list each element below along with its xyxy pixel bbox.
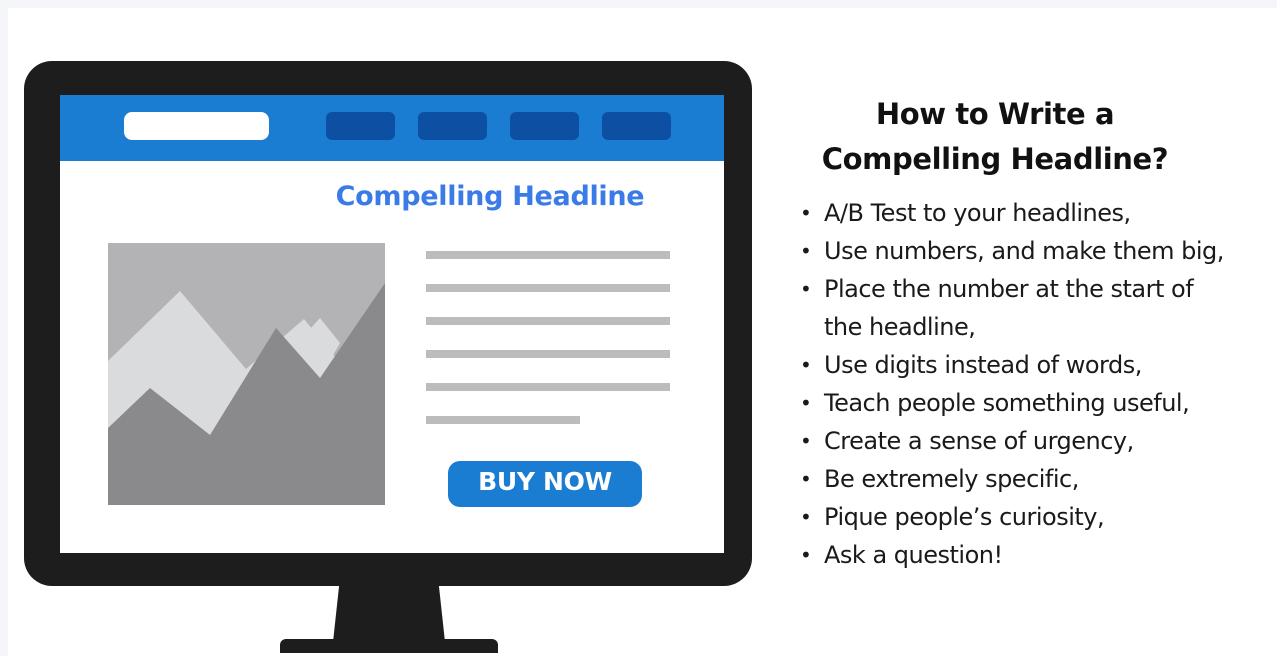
bullet-icon: • [800, 543, 812, 567]
webpage-navbar [60, 95, 724, 161]
webpage-headline: Compelling Headline [335, 181, 645, 212]
tip-item: • Pique people’s curiosity, [800, 498, 1270, 536]
navbar-search-box [124, 112, 269, 140]
tip-text: A/B Test to your headlines, [824, 199, 1131, 227]
bullet-icon: • [800, 201, 812, 225]
monitor-stand-base [280, 639, 498, 653]
tip-text: Use digits instead of words, [824, 351, 1142, 379]
navbar-button [326, 112, 395, 140]
text-line [426, 383, 670, 391]
tip-item: • Be extremely specific, [800, 460, 1270, 498]
tip-text: Place the number at the start of the hea… [824, 275, 1194, 341]
monitor-stand-neck [333, 580, 445, 642]
tip-item: • Use numbers, and make them big, [800, 232, 1270, 270]
tip-text: Ask a question! [824, 541, 1003, 569]
panel-title: How to Write a Compelling Headline? [790, 92, 1200, 182]
bullet-icon: • [800, 239, 812, 263]
monitor-screen: Compelling Headline BUY NOW [60, 95, 724, 553]
bullet-icon: • [800, 391, 812, 415]
buy-now-button: BUY NOW [448, 461, 642, 507]
tip-item: • Use digits instead of words, [800, 346, 1270, 384]
bullet-icon: • [800, 277, 812, 301]
tip-item: • Teach people something useful, [800, 384, 1270, 422]
tip-item: • A/B Test to your headlines, [800, 194, 1270, 232]
tip-text: Teach people something useful, [824, 389, 1190, 417]
navbar-button [602, 112, 671, 140]
text-line [426, 251, 670, 259]
text-line [426, 284, 670, 292]
tip-text: Be extremely specific, [824, 465, 1079, 493]
bullet-icon: • [800, 467, 812, 491]
panel-title-line-1: How to Write a [875, 97, 1115, 131]
mountain-image-icon [108, 243, 385, 505]
tip-text: Create a sense of urgency, [824, 427, 1134, 455]
bullet-icon: • [800, 505, 812, 529]
bullet-icon: • [800, 429, 812, 453]
tip-item: • Ask a question! [800, 536, 1270, 574]
tip-text: Pique people’s curiosity, [824, 503, 1105, 531]
navbar-button [510, 112, 579, 140]
bullet-icon: • [800, 353, 812, 377]
tip-text: Use numbers, and make them big, [824, 237, 1224, 265]
panel-title-line-2: Compelling Headline? [821, 142, 1169, 176]
text-line [426, 317, 670, 325]
tip-item: • Place the number at the start of the he… [800, 270, 1234, 346]
tip-item: • Create a sense of urgency, [800, 422, 1270, 460]
text-line [426, 350, 670, 358]
tips-list: • A/B Test to your headlines, • Use number… [800, 194, 1270, 574]
text-line [426, 416, 580, 424]
navbar-button [418, 112, 487, 140]
